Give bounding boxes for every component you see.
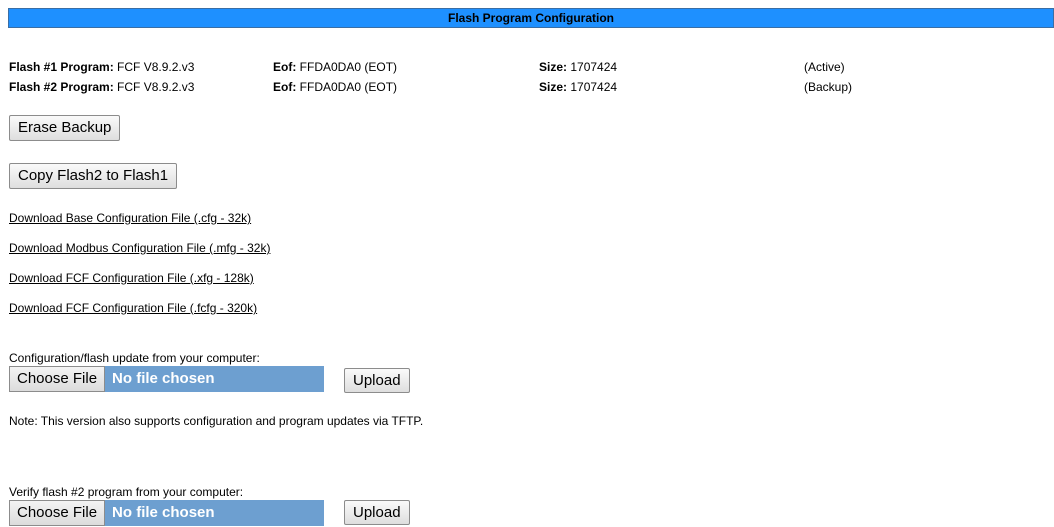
flash1-eof-label: Eof: bbox=[273, 60, 297, 74]
page-title: Flash Program Configuration bbox=[8, 8, 1054, 28]
flash1-size-value: 1707424 bbox=[570, 60, 618, 74]
update-file-status: No file chosen bbox=[112, 370, 215, 387]
verify-file-input[interactable]: Choose File No file chosen bbox=[9, 500, 324, 526]
flash2-eof-value: FFDA0DA0 (EOT) bbox=[299, 80, 398, 94]
flash1-status: (Active) bbox=[804, 60, 845, 74]
update-file-input[interactable]: Choose File No file chosen bbox=[9, 366, 324, 392]
verify-choose-file-button[interactable]: Choose File bbox=[9, 500, 106, 526]
flash1-size-label: Size: bbox=[539, 60, 568, 74]
copy-flash-button[interactable]: Copy Flash2 to Flash1 bbox=[9, 163, 178, 189]
tftp-note: Note: This version also supports configu… bbox=[9, 414, 424, 428]
verify-upload-button[interactable]: Upload bbox=[344, 500, 410, 525]
flash2-eof: Eof: FFDA0DA0 (EOT) bbox=[273, 80, 397, 94]
download-fcf-xfg-link[interactable]: Download FCF Configuration File (.xfg - … bbox=[9, 271, 254, 285]
flash2-eof-label: Eof: bbox=[273, 80, 297, 94]
flash1-program: Flash #1 Program: FCF V8.9.2.v3 bbox=[9, 60, 194, 74]
erase-backup-button[interactable]: Erase Backup bbox=[9, 115, 121, 141]
download-fcf-fcfg-link[interactable]: Download FCF Configuration File (.fcfg -… bbox=[9, 301, 257, 315]
update-label: Configuration/flash update from your com… bbox=[9, 351, 260, 365]
flash2-size: Size: 1707424 bbox=[539, 80, 617, 94]
verify-file-status: No file chosen bbox=[112, 504, 215, 521]
flash1-eof-value: FFDA0DA0 (EOT) bbox=[299, 60, 398, 74]
flash2-program: Flash #2 Program: FCF V8.9.2.v3 bbox=[9, 80, 194, 94]
update-upload-button[interactable]: Upload bbox=[344, 368, 410, 393]
flash1-eof: Eof: FFDA0DA0 (EOT) bbox=[273, 60, 397, 74]
flash1-program-value: FCF V8.9.2.v3 bbox=[117, 60, 195, 74]
download-modbus-config-link[interactable]: Download Modbus Configuration File (.mfg… bbox=[9, 241, 270, 255]
flash2-program-label: Flash #2 Program: bbox=[9, 80, 114, 94]
flash2-size-value: 1707424 bbox=[570, 80, 618, 94]
flash2-program-value: FCF V8.9.2.v3 bbox=[117, 80, 195, 94]
update-choose-file-button[interactable]: Choose File bbox=[9, 366, 106, 392]
download-base-config-link[interactable]: Download Base Configuration File (.cfg -… bbox=[9, 211, 251, 225]
flash2-status: (Backup) bbox=[804, 80, 853, 94]
flash1-size: Size: 1707424 bbox=[539, 60, 617, 74]
verify-label: Verify flash #2 program from your comput… bbox=[9, 485, 244, 499]
flash2-size-label: Size: bbox=[539, 80, 568, 94]
flash1-program-label: Flash #1 Program: bbox=[9, 60, 114, 74]
